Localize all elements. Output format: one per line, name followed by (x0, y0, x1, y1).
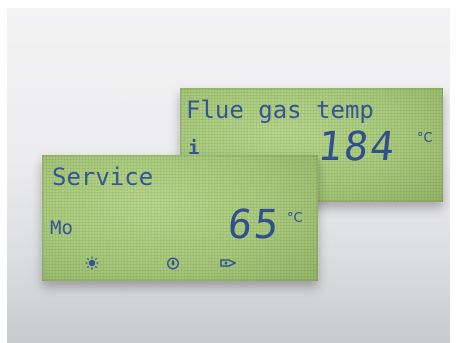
service-temperature-unit: °C (287, 211, 303, 226)
weekday-indicator: Mo (50, 217, 73, 239)
service-temperature-value: 65 (225, 202, 283, 248)
photo-backdrop: Flue gas temp i 184 °C Service Mo 65 °C (7, 8, 450, 343)
tap-icon (220, 259, 236, 267)
flue-gas-value: 184 (315, 124, 399, 170)
service-title: Service (52, 163, 154, 191)
flue-gas-title: Flue gas temp (186, 96, 374, 124)
flame-icon (167, 257, 179, 270)
flue-gas-unit: °C (417, 131, 433, 146)
service-lcd-display: Service Mo 65 °C (42, 155, 318, 281)
sun-icon (85, 256, 99, 270)
